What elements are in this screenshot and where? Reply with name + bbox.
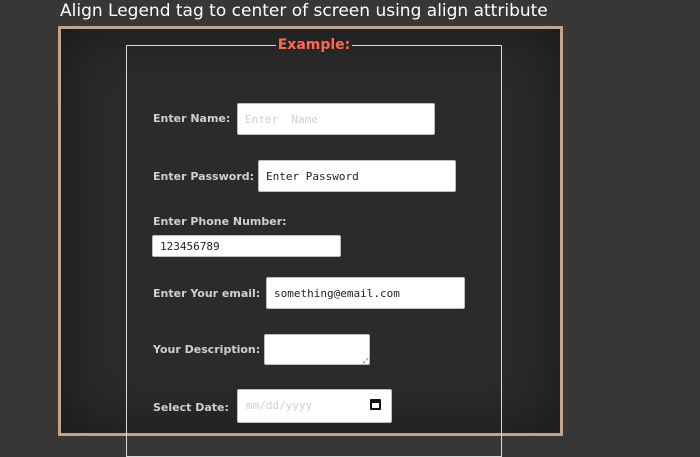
password-input[interactable] <box>258 160 456 192</box>
form-fieldset: Example: Enter Name: Enter Password: Ent… <box>126 37 502 457</box>
email-input[interactable] <box>266 277 465 309</box>
date-input[interactable]: mm/dd/yyyy <box>237 389 392 423</box>
form-legend: Example: <box>277 37 351 53</box>
date-placeholder: mm/dd/yyyy <box>246 399 313 412</box>
resize-grip-icon[interactable]: ⤢ <box>363 358 369 365</box>
description-textarea[interactable] <box>264 334 370 365</box>
password-label: Enter Password: <box>153 170 255 183</box>
name-label: Enter Name: <box>153 112 231 125</box>
page-title: Align Legend tag to center of screen usi… <box>60 1 548 21</box>
calendar-icon[interactable] <box>370 399 381 410</box>
description-wrapper: ⤢ <box>264 334 370 365</box>
date-label: Select Date: <box>153 401 229 414</box>
email-label: Enter Your email: <box>153 287 261 300</box>
phone-label: Enter Phone Number: <box>153 215 287 228</box>
phone-input[interactable] <box>152 235 341 257</box>
description-label: Your Description: <box>153 343 261 356</box>
form-panel: Example: Enter Name: Enter Password: Ent… <box>58 26 563 457</box>
name-input[interactable] <box>237 103 435 135</box>
